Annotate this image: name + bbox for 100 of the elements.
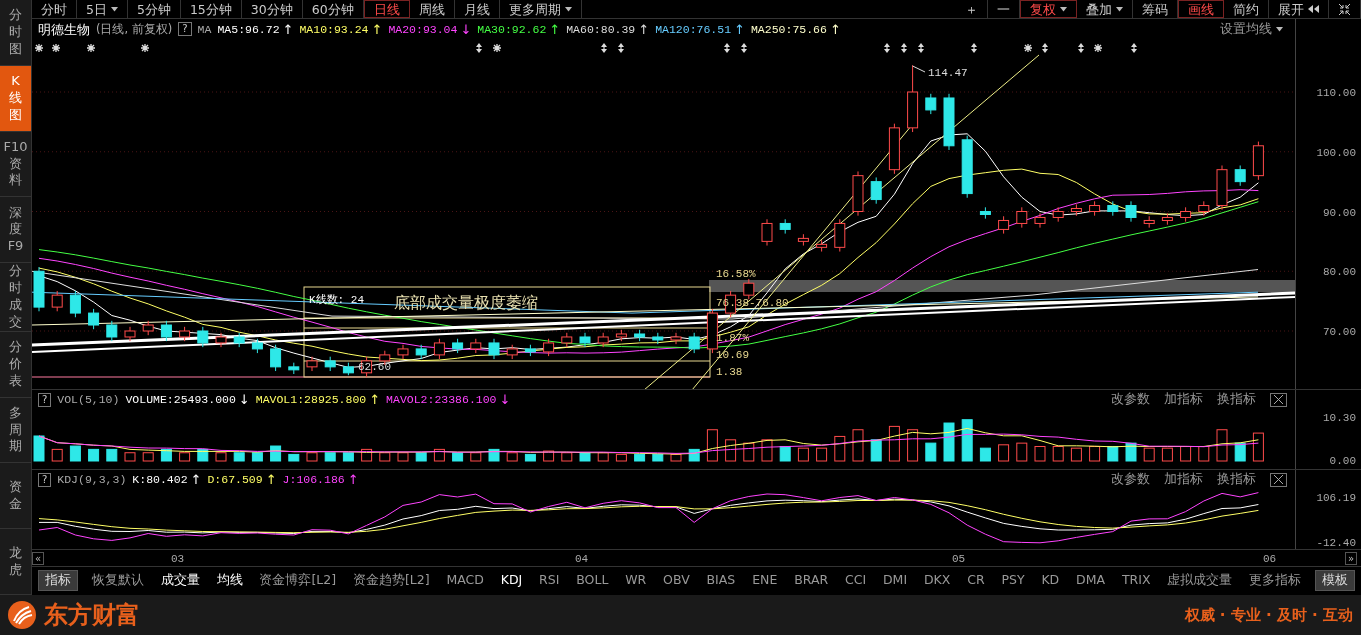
asterisk-icon (140, 43, 150, 53)
sidebar-tab[interactable]: 深度F9 (0, 197, 31, 264)
sidebar-tab[interactable]: 分价表 (0, 331, 31, 398)
indicator-tab[interactable]: 均线 (213, 571, 246, 590)
close-button[interactable] (1270, 392, 1287, 407)
help-button[interactable]: ? (38, 472, 52, 487)
toolbar-button[interactable]: 叠加 (1077, 0, 1133, 18)
expand-button[interactable]: 展开 (1269, 0, 1329, 18)
sidebar-tab[interactable]: K线图 (0, 65, 31, 132)
indicator-tab[interactable]: 资金趋势[L2] (349, 571, 433, 590)
indicator-tab[interactable]: DMA (1073, 571, 1109, 590)
indicator-tab[interactable]: BIAS (703, 571, 739, 590)
double-arrow-icon (901, 42, 907, 53)
period-tab[interactable]: 30分钟 (241, 0, 303, 18)
sidebar-tab[interactable]: 多周期 (0, 397, 31, 464)
period-tab[interactable]: 月线 (454, 0, 500, 18)
axis-label: 100.00 (1316, 146, 1356, 159)
double-arrow-icon (618, 42, 624, 53)
period-tab[interactable]: 5分钟 (127, 0, 181, 18)
shrink-arrows-icon (1338, 2, 1351, 16)
indicator-tab[interactable]: OBV (660, 571, 693, 590)
toolbar-button[interactable]: ＋ (956, 0, 988, 18)
indicator-tab[interactable]: DMI (880, 571, 911, 590)
indicator-title: KDJ(9,3,3) (57, 471, 127, 488)
toolbar-button[interactable]: 简约 (1224, 0, 1269, 18)
period-tab[interactable]: 日线 (363, 0, 410, 18)
indicator-tab[interactable]: KD (1038, 571, 1063, 590)
indicator-tab[interactable]: TRIX (1118, 571, 1154, 590)
indicator-tab[interactable]: BOLL (573, 571, 612, 590)
sidebar-tab[interactable]: F10资料 (0, 131, 31, 198)
trend-arrow: ↓ (460, 20, 472, 39)
indicator-tab[interactable]: KDJ (497, 571, 526, 590)
stock-name: 明德生物 (38, 20, 90, 39)
period-tab[interactable]: 分时 (32, 0, 77, 18)
panel-action-button[interactable]: 换指标 (1213, 470, 1260, 489)
ma-value: MA5:96.72 (217, 21, 280, 38)
close-button[interactable] (1270, 472, 1287, 487)
close-icon (1274, 395, 1283, 404)
axis-label: 10.30 (1323, 412, 1356, 424)
indicator-value: MAVOL1:28925.800 (255, 391, 367, 408)
panel-action-button[interactable]: 改参数 (1107, 470, 1154, 489)
indicator-tab[interactable]: RSI (536, 571, 563, 590)
indicator-tab[interactable]: 资金博弈[L2] (256, 571, 340, 590)
indicator-tab[interactable]: CCI (842, 571, 870, 590)
ma-label: MA (197, 21, 212, 38)
indicator-button[interactable]: 指标 (38, 570, 78, 591)
logo-icon (8, 601, 36, 629)
scroll-right-button[interactable]: » (1344, 551, 1357, 565)
axis-label: 03 (171, 552, 185, 567)
help-button[interactable]: ? (38, 392, 52, 407)
ma-value: MA20:93.04 (388, 21, 458, 38)
asterisk-icon (1023, 43, 1033, 53)
period-tab[interactable]: 5日 (77, 0, 128, 18)
indicator-tab[interactable]: ENE (749, 571, 781, 590)
sidebar-tab[interactable]: 分时成交 (0, 263, 31, 332)
panel-action-button[interactable]: 加指标 (1160, 390, 1207, 409)
trend-arrow: ↑ (638, 20, 650, 39)
period-tab[interactable]: 更多周期 (499, 0, 582, 18)
indicator-tab[interactable]: 更多指标 (1246, 571, 1305, 590)
indicator-tab[interactable]: WR (622, 571, 650, 590)
indicator-tab[interactable]: DKX (920, 571, 954, 590)
indicator-tab[interactable]: 虚拟成交量 (1164, 571, 1236, 590)
panel-action-button[interactable]: 改参数 (1107, 390, 1154, 409)
trend-arrow: ↑ (371, 20, 383, 39)
period-tab[interactable]: 周线 (409, 0, 455, 18)
scroll-left-button[interactable]: « (32, 551, 45, 565)
sidebar-tab[interactable]: 分时图 (0, 0, 31, 66)
double-arrow-icon (1042, 42, 1048, 53)
indicator-tab[interactable]: 恢复默认 (88, 571, 147, 590)
indicator-value: MAVOL2:23386.100 (386, 391, 497, 408)
indicator-button[interactable]: 模板 (1315, 570, 1355, 591)
double-arrow-icon (971, 42, 977, 53)
sidebar-tab[interactable]: 资金 (0, 463, 31, 530)
level-label: 1.38 (716, 365, 743, 378)
help-button[interactable]: ? (178, 22, 192, 37)
trend-arrow: ↑ (734, 20, 745, 39)
toolbar-button[interactable]: 复权 (1020, 0, 1077, 18)
period-tab[interactable]: 60分钟 (302, 0, 364, 18)
indicator-tab[interactable]: PSY (998, 571, 1028, 590)
double-arrow-icon (918, 42, 924, 53)
toolbar-button[interactable]: 画线 (1178, 0, 1224, 18)
axis-label: 90.00 (1323, 206, 1356, 219)
period-tab[interactable]: 15分钟 (180, 0, 242, 18)
indicator-value: K:80.402 (132, 471, 188, 488)
close-icon (1274, 475, 1283, 484)
panel-action-button[interactable]: 加指标 (1160, 470, 1207, 489)
double-arrow-icon (1131, 42, 1137, 53)
indicator-tab[interactable]: BRAR (791, 571, 832, 590)
ma-settings-button[interactable]: 设置均线 (1216, 20, 1287, 39)
panel-action-button[interactable]: 换指标 (1213, 390, 1260, 409)
asterisk-icon (51, 43, 61, 53)
toolbar-button[interactable]: 筹码 (1133, 0, 1178, 18)
indicator-tab[interactable]: 成交量 (157, 571, 203, 590)
level-label: 10.69 (716, 348, 749, 361)
toolbar-button[interactable]: 一 (988, 0, 1020, 18)
ma-value: MA60:80.39 (566, 21, 636, 38)
indicator-tab[interactable]: MACD (443, 571, 487, 590)
indicator-tab[interactable]: CR (964, 571, 988, 590)
trend-arrow: ↑ (369, 390, 381, 409)
asterisk-icon (34, 43, 44, 53)
